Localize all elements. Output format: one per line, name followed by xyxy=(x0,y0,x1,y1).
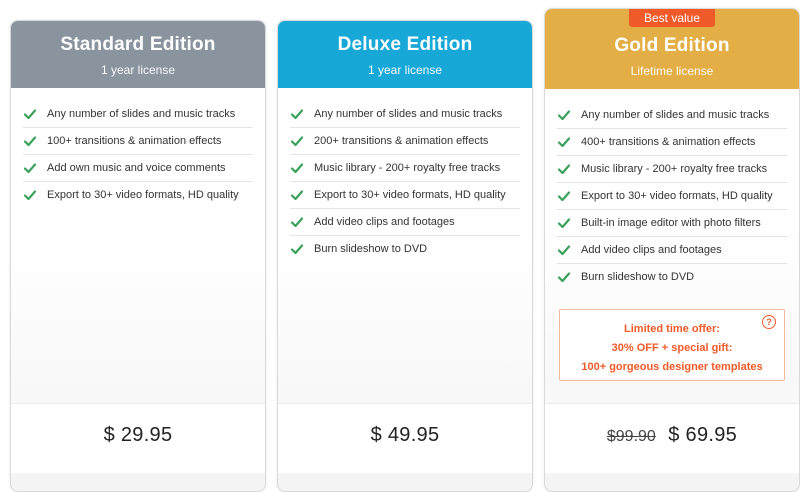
feature-text: 100+ transitions & animation effects xyxy=(47,134,222,147)
feature-item: 200+ transitions & animation effects xyxy=(290,128,520,155)
feature-list: Any number of slides and music tracks 10… xyxy=(11,101,265,208)
checkmark-icon xyxy=(557,216,571,230)
price: $ 49.95 xyxy=(370,424,440,446)
help-icon[interactable]: ? xyxy=(762,315,776,329)
best-value-badge: Best value xyxy=(629,9,715,27)
feature-text: Export to 30+ video formats, HD quality xyxy=(47,188,239,201)
checkmark-icon xyxy=(23,134,37,148)
feature-item: Music library - 200+ royalty free tracks xyxy=(290,155,520,182)
feature-item: Built-in image editor with photo filters xyxy=(557,210,787,237)
card-header: Best value Gold Edition Lifetime license xyxy=(545,9,799,89)
feature-text: Export to 30+ video formats, HD quality xyxy=(581,189,773,202)
limited-offer-box: ? Limited time offer: 30% OFF + special … xyxy=(559,309,785,381)
checkmark-icon xyxy=(557,162,571,176)
feature-text: Burn slideshow to DVD xyxy=(581,270,695,283)
edition-title: Deluxe Edition xyxy=(337,34,473,55)
checkmark-icon xyxy=(557,135,571,149)
feature-text: Any number of slides and music tracks xyxy=(581,108,770,121)
feature-item: Any number of slides and music tracks xyxy=(557,102,787,129)
feature-item: Any number of slides and music tracks xyxy=(23,101,253,128)
checkmark-icon xyxy=(557,108,571,122)
feature-text: 200+ transitions & animation effects xyxy=(314,134,489,147)
offer-line: 100+ gorgeous designer templates xyxy=(581,361,763,373)
checkmark-icon xyxy=(557,243,571,257)
license-duration: 1 year license xyxy=(100,63,176,77)
feature-text: Built-in image editor with photo filters xyxy=(581,216,761,229)
checkmark-icon xyxy=(290,242,304,256)
pricing-card-standard: Standard Edition 1 year license Any numb… xyxy=(10,20,266,492)
feature-item: Burn slideshow to DVD xyxy=(557,264,787,290)
feature-text: Music library - 200+ royalty free tracks xyxy=(581,162,768,175)
checkmark-icon xyxy=(23,161,37,175)
feature-text: Any number of slides and music tracks xyxy=(47,107,236,120)
card-header: Standard Edition 1 year license xyxy=(11,21,265,88)
checkmark-icon xyxy=(290,161,304,175)
price: $ 69.95 xyxy=(668,424,738,446)
feature-item: Add video clips and footages xyxy=(290,209,520,236)
feature-item: Export to 30+ video formats, HD quality xyxy=(23,182,253,208)
feature-text: Add video clips and footages xyxy=(581,243,722,256)
feature-list: Any number of slides and music tracks 20… xyxy=(278,101,532,262)
feature-item: Add video clips and footages xyxy=(557,237,787,264)
feature-text: Add own music and voice comments xyxy=(47,161,226,174)
feature-text: Music library - 200+ royalty free tracks xyxy=(314,161,501,174)
edition-title: Gold Edition xyxy=(614,35,730,56)
price: $ 29.95 xyxy=(103,424,173,446)
checkmark-icon xyxy=(557,270,571,284)
offer-line: Limited time offer: xyxy=(624,323,720,335)
feature-text: 400+ transitions & animation effects xyxy=(581,135,756,148)
pricing-card-deluxe: Deluxe Edition 1 year license Any number… xyxy=(277,20,533,492)
feature-item: Burn slideshow to DVD xyxy=(290,236,520,262)
edition-title: Standard Edition xyxy=(60,34,216,55)
price-area[interactable]: $ 49.95 xyxy=(278,403,532,473)
license-duration: 1 year license xyxy=(367,63,443,77)
feature-text: Add video clips and footages xyxy=(314,215,455,228)
checkmark-icon xyxy=(23,188,37,202)
license-duration: Lifetime license xyxy=(630,64,714,78)
feature-item: Any number of slides and music tracks xyxy=(290,101,520,128)
old-price: $99.90 xyxy=(606,428,656,445)
price-area[interactable]: $99.90 $ 69.95 xyxy=(545,403,799,473)
checkmark-icon xyxy=(23,107,37,121)
checkmark-icon xyxy=(290,107,304,121)
checkmark-icon xyxy=(290,215,304,229)
checkmark-icon xyxy=(557,189,571,203)
feature-item: Export to 30+ video formats, HD quality xyxy=(290,182,520,209)
feature-item: Music library - 200+ royalty free tracks xyxy=(557,156,787,183)
feature-text: Any number of slides and music tracks xyxy=(314,107,503,120)
feature-text: Burn slideshow to DVD xyxy=(314,242,428,255)
feature-item: 100+ transitions & animation effects xyxy=(23,128,253,155)
checkmark-icon xyxy=(290,188,304,202)
checkmark-icon xyxy=(290,134,304,148)
offer-line: 30% OFF + special gift: xyxy=(611,342,733,354)
card-header: Deluxe Edition 1 year license xyxy=(278,21,532,88)
feature-list: Any number of slides and music tracks 40… xyxy=(545,102,799,290)
feature-item: 400+ transitions & animation effects xyxy=(557,129,787,156)
feature-text: Export to 30+ video formats, HD quality xyxy=(314,188,506,201)
feature-item: Add own music and voice comments xyxy=(23,155,253,182)
pricing-card-gold: Best value Gold Edition Lifetime license… xyxy=(544,8,800,492)
feature-item: Export to 30+ video formats, HD quality xyxy=(557,183,787,210)
price-area[interactable]: $ 29.95 xyxy=(11,403,265,473)
